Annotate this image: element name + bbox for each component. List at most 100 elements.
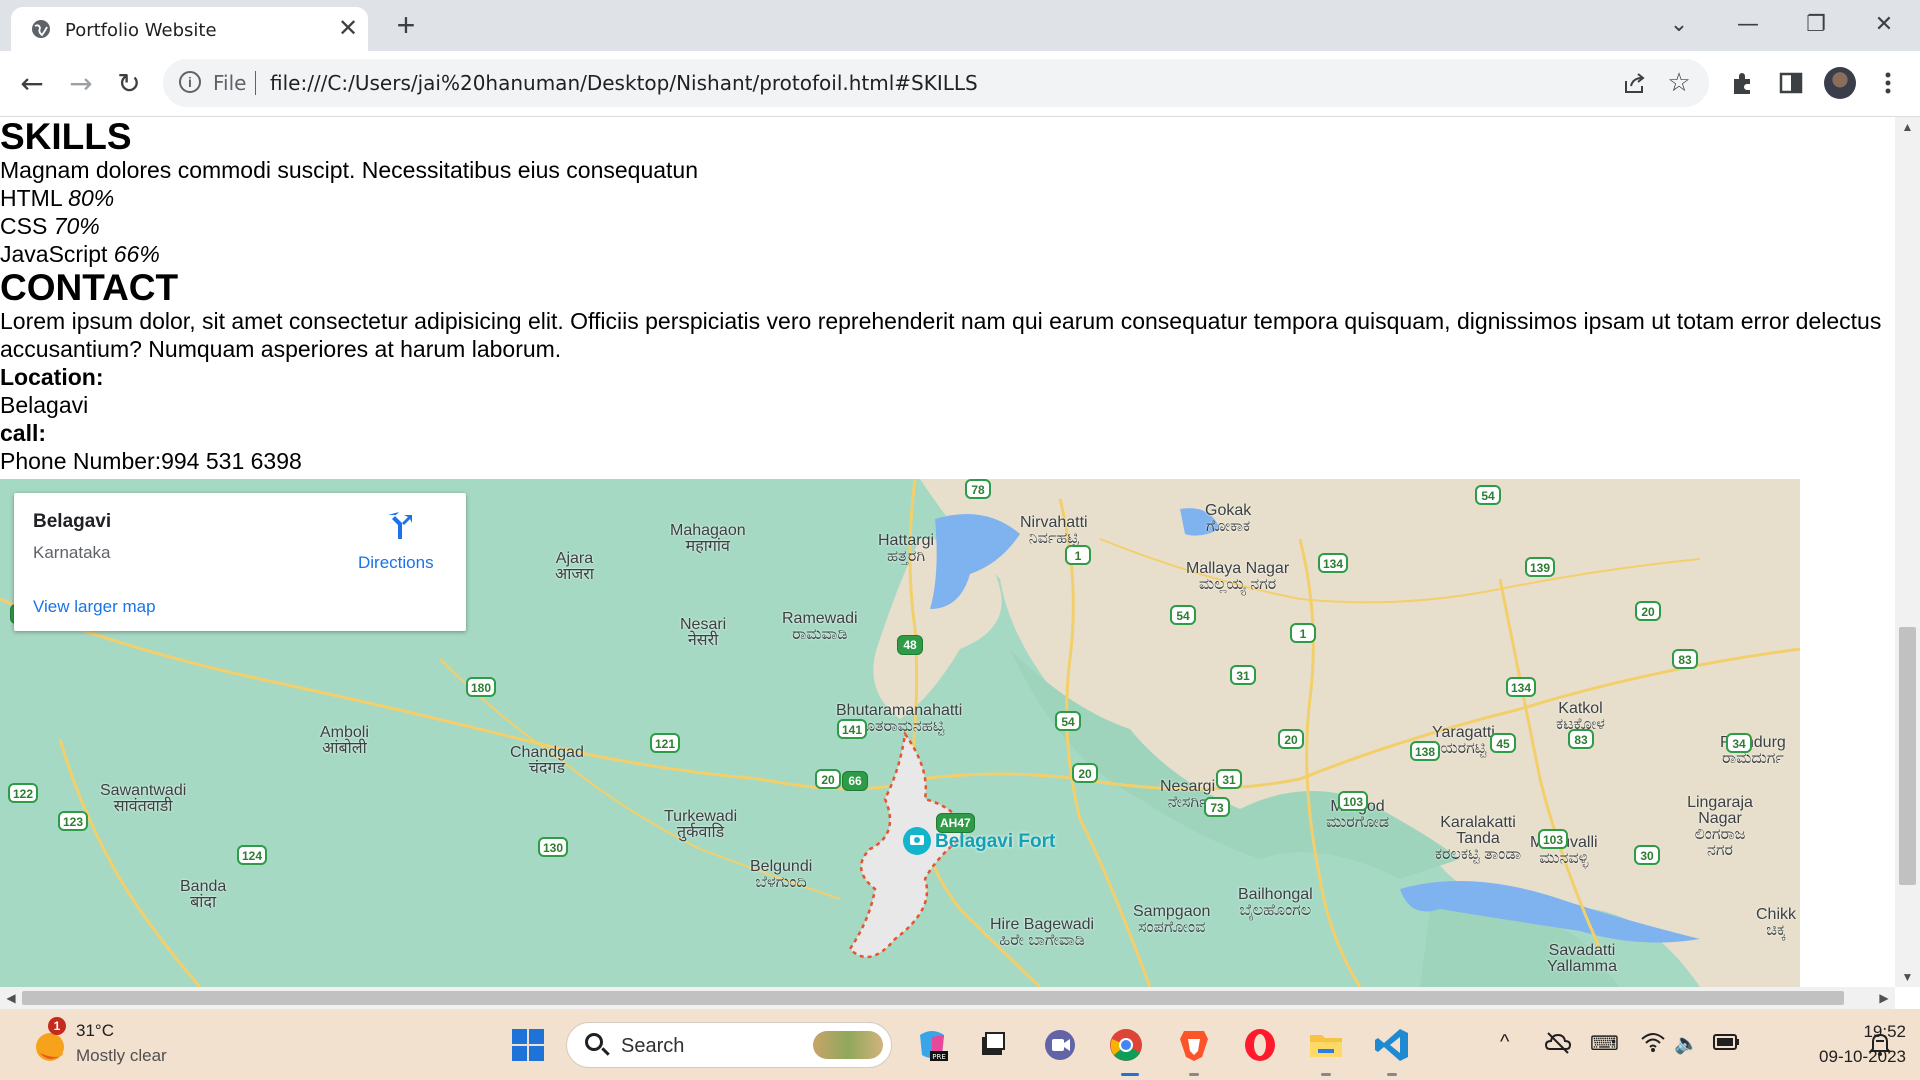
call-label-text: call: bbox=[0, 420, 47, 446]
opera-icon[interactable] bbox=[1240, 1025, 1280, 1065]
tab-close-icon[interactable]: ✕ bbox=[336, 17, 360, 41]
notification-bell-icon[interactable] bbox=[1868, 1031, 1892, 1057]
forward-button[interactable]: → bbox=[61, 64, 101, 104]
label-local: ಬೈಲಹೊಂಗಲ bbox=[1239, 902, 1312, 919]
reload-button[interactable]: ↻ bbox=[109, 64, 149, 104]
tray-chevron-icon[interactable]: ^ bbox=[1500, 1031, 1509, 1054]
map-label-bailhongal: Bailhongal ಬೈಲಹೊಂಗಲ bbox=[1238, 887, 1313, 919]
horizontal-scroll-thumb[interactable] bbox=[22, 991, 1844, 1005]
browser-toolbar: ← → ↻ i File file:///C:/Users/jai%20hanu… bbox=[0, 51, 1920, 117]
location-value: Belagavi bbox=[0, 392, 89, 418]
label-local: तुर्कवाडि bbox=[677, 824, 725, 841]
new-tab-button[interactable]: + bbox=[389, 9, 423, 43]
extensions-icon[interactable] bbox=[1727, 67, 1759, 99]
brave-icon[interactable] bbox=[1174, 1025, 1214, 1065]
task-view-icon[interactable] bbox=[972, 1025, 1012, 1065]
wifi-icon[interactable] bbox=[1640, 1029, 1666, 1055]
belagavi-fort-label[interactable]: Belagavi Fort bbox=[935, 831, 1055, 853]
restore-button[interactable]: ❐ bbox=[1794, 9, 1838, 41]
label-local: ಬೆಳಗುಂದಿ bbox=[755, 874, 807, 891]
label-local: सावंतवाडी bbox=[113, 798, 173, 815]
site-info-icon[interactable]: i bbox=[179, 71, 201, 93]
route-shield: 134 bbox=[1506, 677, 1537, 697]
route-shield: 1 bbox=[1065, 545, 1091, 565]
map-label-ramewadi: Ramewadi ರಾಮವಾಡಿ bbox=[782, 611, 858, 643]
copilot-pre-icon[interactable]: PRE bbox=[912, 1025, 952, 1065]
embedded-map[interactable]: Belagavi Fort Mahagaon महागांव Hattargi ಹತ… bbox=[0, 479, 1800, 987]
tab-title: Portfolio Website bbox=[65, 20, 217, 41]
vscode-running-indicator bbox=[1387, 1073, 1397, 1076]
map-label-sawantwadi: Sawantwadi सावंतवाडी bbox=[100, 783, 186, 815]
scroll-right-arrow[interactable]: ▶ bbox=[1873, 987, 1895, 1009]
route-shield: AH47 bbox=[936, 813, 975, 833]
map-label-sampgaon: Sampgaon ಸಂಪಗೋಂವ bbox=[1133, 904, 1210, 936]
label-en: Belgundi bbox=[750, 858, 813, 875]
label-en: Katkol bbox=[1558, 700, 1603, 717]
label-local: ಲಿಂಗರಾಜ ನಗರ bbox=[1694, 826, 1746, 859]
route-shield: 83 bbox=[1672, 649, 1698, 669]
vscode-icon[interactable] bbox=[1372, 1025, 1412, 1065]
keyboard-icon[interactable]: ⌨ bbox=[1590, 1031, 1619, 1056]
map-label-nesari: Nesari नेसरी bbox=[680, 617, 726, 649]
route-shield: 103 bbox=[1338, 791, 1369, 811]
side-panel-icon[interactable] bbox=[1775, 67, 1807, 99]
label-local: नेसरी bbox=[687, 632, 719, 649]
skills-heading: SKILLS bbox=[0, 117, 132, 157]
label-en: Chikk bbox=[1756, 906, 1797, 923]
temperature[interactable]: 31°C bbox=[76, 1021, 114, 1041]
label-local: महागांव bbox=[685, 538, 730, 555]
directions-icon[interactable] bbox=[382, 511, 414, 543]
route-shield: 31 bbox=[1216, 769, 1242, 789]
chrome-icon[interactable] bbox=[1106, 1025, 1146, 1065]
share-icon[interactable] bbox=[1621, 69, 1649, 97]
minimize-button[interactable]: — bbox=[1726, 9, 1770, 41]
map-label-turkewadi: Turkewadi तुर्कवाडि bbox=[664, 809, 737, 841]
place-name: Belagavi bbox=[33, 511, 112, 532]
more-menu-icon[interactable] bbox=[1872, 67, 1904, 99]
scroll-down-arrow[interactable]: ▼ bbox=[1895, 967, 1920, 987]
file-explorer-icon[interactable] bbox=[1306, 1025, 1346, 1065]
search-icon bbox=[585, 1033, 603, 1051]
label-en: Ajara bbox=[555, 550, 594, 567]
tab-search-icon[interactable]: ⌄ bbox=[1657, 9, 1701, 41]
map-label-nirvahatti: Nirvahatti ನಿರ್ವಹಟ್ಟಿ bbox=[1020, 515, 1088, 547]
label-en: Karalakatti Tanda bbox=[1440, 814, 1516, 847]
route-shield: 20 bbox=[1278, 729, 1304, 749]
battery-icon[interactable] bbox=[1712, 1031, 1740, 1053]
label-local: ಸಂಪಗೋಂವ bbox=[1138, 919, 1206, 936]
onedrive-offline-icon[interactable] bbox=[1544, 1029, 1572, 1055]
tab-portfolio[interactable]: Portfolio Website ✕ bbox=[11, 7, 368, 51]
bookmark-star-icon[interactable]: ☆ bbox=[1665, 67, 1693, 97]
label-local: चंदगड bbox=[528, 760, 566, 777]
vertical-scroll-thumb[interactable] bbox=[1899, 627, 1916, 885]
directions-link[interactable]: Directions bbox=[358, 553, 434, 573]
scroll-up-arrow[interactable]: ▲ bbox=[1895, 117, 1920, 137]
volume-icon[interactable]: 🔈 bbox=[1674, 1031, 1699, 1056]
map-label-chikk: Chikk ಚಿಕ್ಕ bbox=[1756, 907, 1796, 939]
taskbar-search[interactable]: Search bbox=[566, 1022, 892, 1068]
weather-condition[interactable]: Mostly clear bbox=[76, 1046, 167, 1066]
label-local: ಕರಲಕಟ್ಟಿ ತಾಂಡಾ bbox=[1434, 846, 1522, 863]
label-en: Mahagaon bbox=[670, 522, 746, 539]
route-shield: 48 bbox=[897, 635, 923, 655]
scroll-left-arrow[interactable]: ◀ bbox=[0, 987, 22, 1009]
route-shield: 138 bbox=[1410, 741, 1441, 761]
chrome-active-indicator bbox=[1121, 1073, 1139, 1076]
label-en: Gokak bbox=[1205, 502, 1252, 519]
windows-start-icon[interactable] bbox=[508, 1025, 548, 1065]
vertical-scrollbar[interactable]: ▲ ▼ bbox=[1895, 117, 1920, 987]
map-label-mallaya: Mallaya Nagar ಮಲ್ಲಯ್ಯ ನಗರ bbox=[1186, 561, 1289, 593]
close-window-button[interactable]: ✕ bbox=[1862, 9, 1906, 41]
route-shield: 121 bbox=[650, 733, 681, 753]
skill-css: CSS 70% bbox=[0, 212, 1895, 240]
horizontal-scrollbar[interactable]: ◀ ▶ bbox=[0, 987, 1895, 1009]
profile-avatar[interactable] bbox=[1824, 67, 1856, 99]
map-label-chandgad: Chandgad चंदगड bbox=[510, 745, 584, 777]
address-bar[interactable]: i File file:///C:/Users/jai%20hanuman/De… bbox=[163, 59, 1709, 107]
view-larger-map-link[interactable]: View larger map bbox=[33, 597, 156, 617]
url-text[interactable]: file:///C:/Users/jai%20hanuman/Desktop/N… bbox=[270, 71, 978, 95]
teams-chat-icon[interactable] bbox=[1040, 1025, 1080, 1065]
skill-level: 66% bbox=[113, 241, 160, 267]
label-en: Nesari bbox=[680, 616, 727, 633]
back-button[interactable]: ← bbox=[12, 64, 52, 104]
